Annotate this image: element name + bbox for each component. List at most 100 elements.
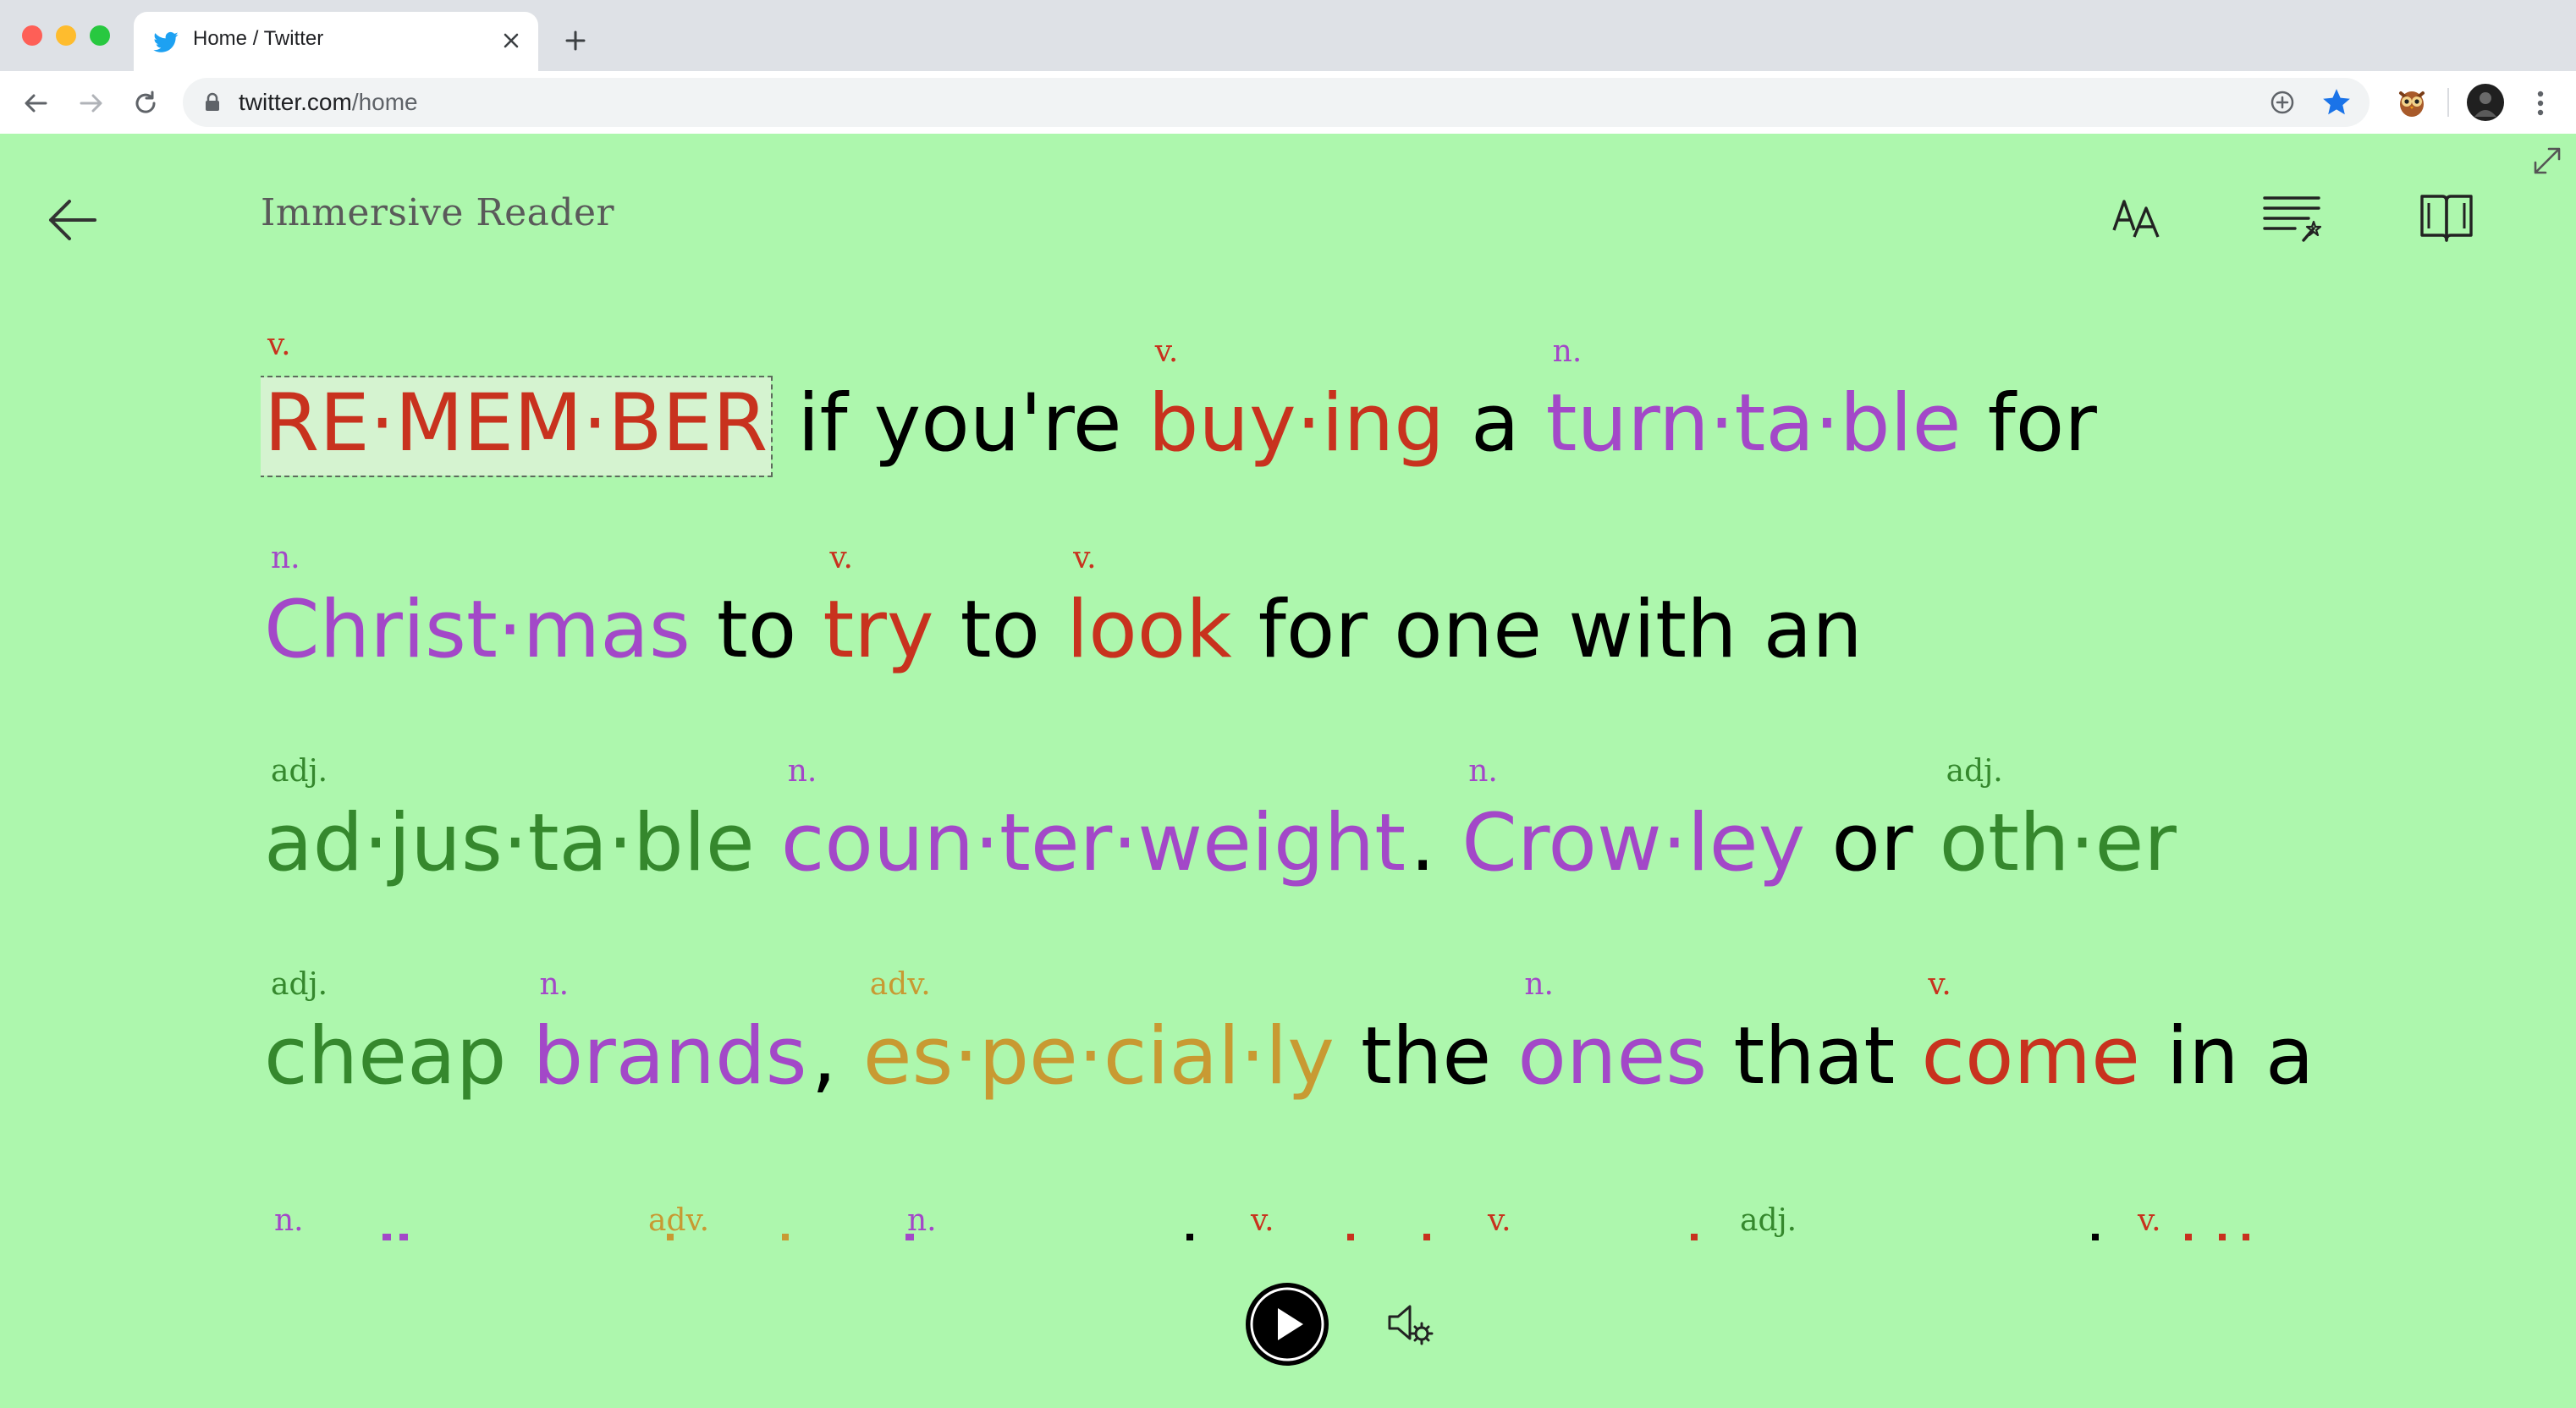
install-app-icon[interactable] xyxy=(2268,88,2297,117)
text-preferences-icon[interactable] xyxy=(2111,191,2165,245)
clipped-text-fragment xyxy=(667,1234,674,1240)
pos-label-verb: v. xyxy=(1251,1203,1274,1238)
url-text: twitter.com/home xyxy=(239,89,418,115)
clipped-text-fragment xyxy=(2092,1234,2099,1240)
word[interactable]: if xyxy=(797,384,847,464)
word-text: buy·ing xyxy=(1148,377,1445,470)
punctuation: , xyxy=(811,1010,837,1103)
pos-label-noun: n. xyxy=(787,754,817,789)
text-line: v. RE·MEM·BER if you're v. buy·ing a n. … xyxy=(261,330,2119,477)
word-text: es·pe·cial·ly xyxy=(862,1010,1335,1103)
word[interactable]: in xyxy=(2166,1017,2239,1097)
word[interactable]: the xyxy=(1361,1017,1491,1097)
play-icon[interactable] xyxy=(1244,1281,1330,1367)
word-noun[interactable]: n. brands xyxy=(532,970,806,1097)
toolbar-separator xyxy=(2447,88,2449,117)
reload-icon[interactable] xyxy=(129,86,162,120)
pos-label-verb: v. xyxy=(267,327,291,362)
word[interactable]: you're xyxy=(874,384,1122,464)
word[interactable]: to xyxy=(717,591,796,670)
word[interactable]: that xyxy=(1733,1017,1895,1097)
word-text: Christ·mas xyxy=(264,584,691,676)
pos-label-verb: v. xyxy=(829,541,853,575)
browser-tab[interactable]: Home / Twitter xyxy=(134,12,538,71)
word-verb[interactable]: v. try xyxy=(823,543,933,670)
pos-label-noun: n. xyxy=(1468,754,1498,789)
back-arrow-icon[interactable] xyxy=(44,191,102,249)
word-text: coun·ter·weight xyxy=(780,797,1406,889)
word-text: ad·jus·ta·ble xyxy=(264,797,755,889)
word-adjective[interactable]: adj. oth·er xyxy=(1940,756,2177,883)
word-noun[interactable]: n. Christ·mas xyxy=(264,543,691,670)
lock-icon[interactable] xyxy=(203,92,222,113)
pos-label-adjective: adj. xyxy=(271,754,328,789)
word-adjective[interactable]: adj. ad·jus·ta·ble xyxy=(264,756,755,883)
clipped-text-fragment xyxy=(1186,1234,1193,1240)
word-text: come xyxy=(1921,1010,2140,1103)
close-tab-icon[interactable] xyxy=(494,24,528,58)
word-text: turn·ta·ble xyxy=(1545,377,1962,470)
clipped-text-fragment xyxy=(1691,1234,1698,1240)
voice-settings-icon[interactable] xyxy=(1384,1296,1439,1350)
word-verb[interactable]: v. come xyxy=(1921,970,2140,1097)
word[interactable]: or xyxy=(1831,804,1913,883)
word-adverb[interactable]: adv. es·pe·cial·ly xyxy=(863,970,1335,1097)
word-text: oth·er xyxy=(1939,797,2177,889)
tab-title: Home / Twitter xyxy=(193,27,324,50)
word-text: look xyxy=(1066,584,1232,676)
bookmark-star-icon[interactable] xyxy=(2320,86,2353,118)
word-verb[interactable]: v. buy·ing xyxy=(1148,337,1445,464)
pos-label-verb: v. xyxy=(1073,541,1097,575)
browser-toolbar: twitter.com/home xyxy=(0,71,2576,134)
word[interactable]: with xyxy=(1568,591,1737,670)
profile-avatar-icon[interactable] xyxy=(2466,83,2505,122)
word-remember[interactable]: v. RE·MEM·BER xyxy=(261,330,773,477)
word-text: Crow·ley xyxy=(1461,797,1806,889)
pos-label-noun: n. xyxy=(271,541,300,575)
reading-preferences-icon[interactable] xyxy=(2419,190,2474,245)
pos-label-verb: v. xyxy=(1488,1203,1511,1238)
pos-label-verb: v. xyxy=(2138,1203,2161,1238)
word-noun[interactable]: n. ones xyxy=(1517,970,1707,1097)
pos-label-verb: v. xyxy=(1928,967,1951,1002)
maximize-window-button[interactable] xyxy=(90,25,110,46)
word-text: cheap xyxy=(264,1010,507,1103)
word[interactable]: an xyxy=(1764,591,1863,670)
word[interactable]: for xyxy=(1258,591,1368,670)
close-window-button[interactable] xyxy=(22,25,42,46)
pos-label-noun: n. xyxy=(1552,334,1582,369)
address-bar[interactable]: twitter.com/home xyxy=(183,78,2370,127)
text-line: adj. cheap n. brands , adv. es·pe·cial·l… xyxy=(264,970,2336,1103)
expand-icon[interactable] xyxy=(2530,144,2564,178)
word-text: RE·MEM·BER xyxy=(264,377,768,470)
word-verb[interactable]: v. look xyxy=(1066,543,1232,670)
word[interactable]: a xyxy=(1471,384,1520,464)
forward-icon[interactable] xyxy=(74,86,108,120)
reader-title: Immersive Reader xyxy=(261,191,615,234)
immersive-reader: Immersive Reader v. RE·MEM·BER if you're… xyxy=(0,134,2576,1408)
back-icon[interactable] xyxy=(19,86,52,120)
pos-label-adverb: adv. xyxy=(869,967,931,1002)
clipped-text-fragment xyxy=(1347,1234,1354,1240)
new-tab-icon[interactable] xyxy=(559,24,592,58)
pos-label-adverb: adv. xyxy=(648,1203,710,1238)
word[interactable]: a xyxy=(2265,1017,2315,1097)
word-adjective[interactable]: adj. cheap xyxy=(264,970,506,1097)
twitter-bird-icon xyxy=(153,31,179,52)
minimize-window-button[interactable] xyxy=(56,25,76,46)
pos-label-noun: n. xyxy=(907,1203,937,1238)
word-noun[interactable]: n. Crow·ley xyxy=(1461,756,1805,883)
word[interactable]: to xyxy=(960,591,1040,670)
word-noun[interactable]: n. coun·ter·weight xyxy=(781,756,1406,883)
browser-menu-icon[interactable] xyxy=(2525,86,2556,120)
word[interactable]: for xyxy=(1988,384,2097,464)
pos-label-adjective: adj. xyxy=(1740,1203,1797,1238)
owl-extension-icon[interactable] xyxy=(2393,83,2430,120)
reader-text-area[interactable]: v. RE·MEM·BER if you're v. buy·ing a n. … xyxy=(261,300,2342,1240)
word[interactable]: one xyxy=(1394,591,1542,670)
word-noun[interactable]: n. turn·ta·ble xyxy=(1546,337,1962,464)
grammar-options-icon[interactable] xyxy=(2261,191,2322,247)
text-line: n. Christ·mas to v. try to v. look for o… xyxy=(264,543,1885,670)
text-line: adj. ad·jus·ta·ble n. coun·ter·weight . … xyxy=(264,756,2199,883)
clipped-text-fragment xyxy=(905,1234,914,1240)
